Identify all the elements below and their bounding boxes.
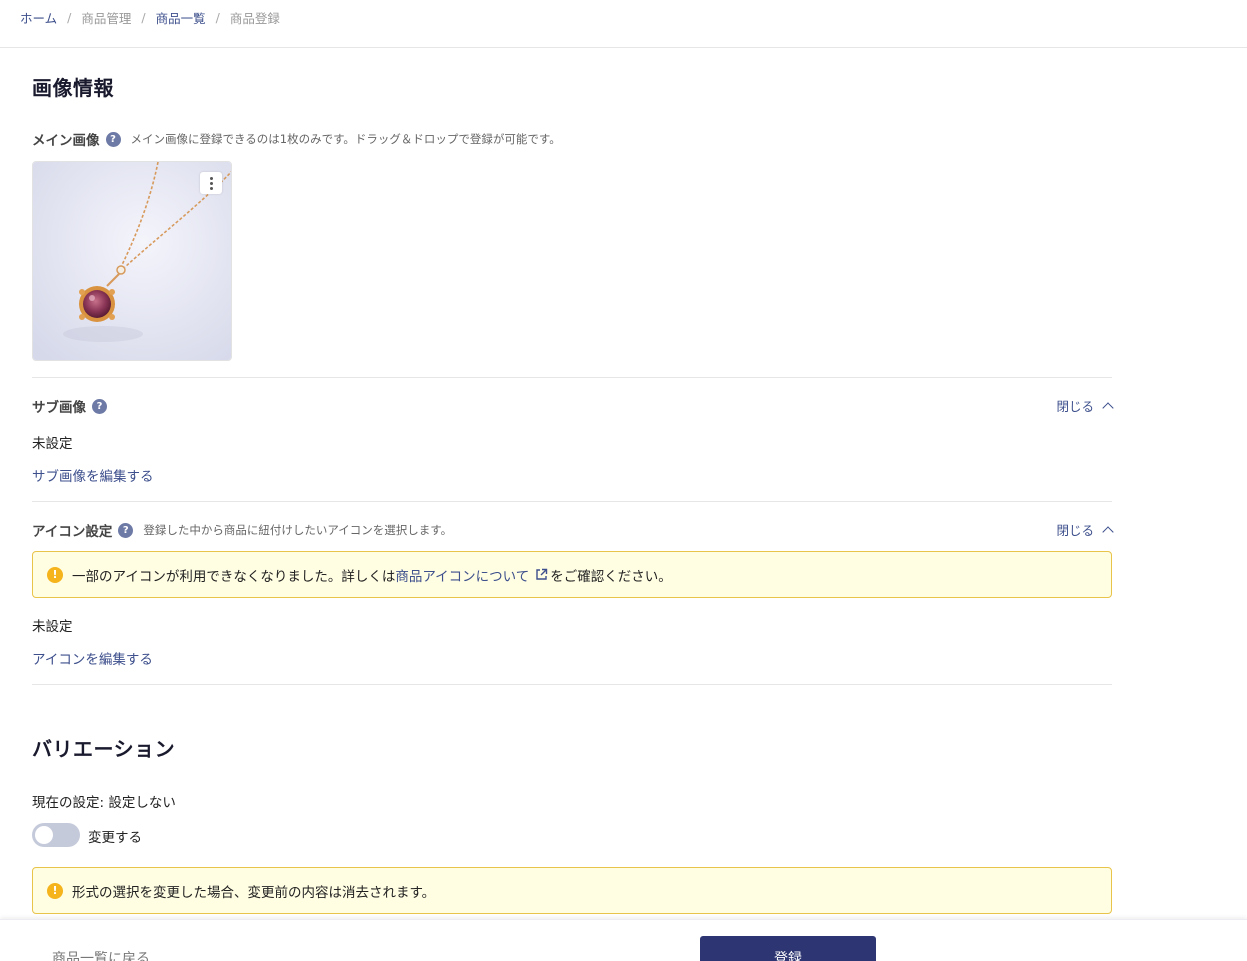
breadcrumb-separator: / bbox=[215, 10, 220, 25]
edit-icon-link[interactable]: アイコンを編集する bbox=[32, 648, 153, 668]
icon-setting-label-row: アイコン設定 ? 登録した中から商品に紐付けしたいアイコンを選択します。 bbox=[32, 520, 452, 540]
warning-icon: ! bbox=[47, 566, 63, 583]
breadcrumb-product-list[interactable]: 商品一覧 bbox=[156, 8, 206, 27]
main-image-label-row: メイン画像 ? メイン画像に登録できるのは1枚のみです。ドラッグ＆ドロップで登録… bbox=[32, 129, 561, 149]
breadcrumb: ホーム / 商品管理 / 商品一覧 / 商品登録 bbox=[20, 8, 280, 27]
sub-image-label: サブ画像 bbox=[32, 400, 86, 416]
help-icon[interactable]: ? bbox=[105, 131, 121, 147]
product-icon-info-link[interactable]: 商品アイコンについて bbox=[395, 565, 529, 585]
sub-image-value: 未設定 bbox=[32, 436, 73, 452]
edit-sub-image-link[interactable]: サブ画像を編集する bbox=[32, 465, 154, 485]
breadcrumb-home[interactable]: ホーム bbox=[20, 8, 57, 27]
icon-setting-description: 登録した中から商品に紐付けしたいアイコンを選択します。 bbox=[143, 523, 453, 537]
external-link-icon bbox=[536, 568, 548, 580]
help-icon[interactable]: ? bbox=[92, 398, 107, 414]
notice-text-prefix: 一部のアイコンが利用できなくなりました。詳しくは bbox=[72, 568, 396, 585]
help-icon[interactable]: ? bbox=[118, 522, 134, 538]
icon-setting-value: 未設定 bbox=[32, 619, 73, 635]
breadcrumb-product-management: 商品管理 bbox=[81, 11, 132, 26]
header-divider bbox=[0, 47, 1247, 48]
sub-image-label-row: サブ画像 ? bbox=[32, 396, 107, 416]
chevron-up-icon bbox=[1102, 401, 1114, 414]
image-section-title: 画像情報 bbox=[32, 76, 114, 100]
sub-image-collapse-button[interactable]: 閉じる bbox=[1056, 396, 1114, 415]
variation-section-title: バリエーション bbox=[32, 737, 176, 761]
main-image-description: メイン画像に登録できるのは1枚のみです。ドラッグ＆ドロップで登録が可能です。 bbox=[130, 132, 561, 146]
collapse-label: 閉じる bbox=[1056, 399, 1094, 414]
variation-change-toggle[interactable] bbox=[32, 823, 80, 847]
chevron-up-icon bbox=[1102, 525, 1114, 538]
variation-notice-text: 形式の選択を変更した場合、変更前の内容は消去されます。 bbox=[72, 884, 436, 901]
main-image-label: メイン画像 bbox=[32, 133, 100, 149]
icon-setting-collapse-button[interactable]: 閉じる bbox=[1056, 520, 1114, 539]
breadcrumb-separator: / bbox=[141, 10, 146, 25]
icon-setting-label: アイコン設定 bbox=[32, 524, 113, 540]
action-footer: 商品一覧に戻る 登録 bbox=[0, 919, 1247, 961]
main-image-thumbnail[interactable] bbox=[32, 161, 232, 361]
notice-text-suffix: をご確認ください。 bbox=[550, 568, 672, 585]
divider bbox=[32, 377, 1112, 378]
toggle-knob bbox=[35, 826, 53, 844]
divider bbox=[32, 684, 1112, 685]
breadcrumb-separator: / bbox=[67, 10, 72, 25]
variation-current-setting: 現在の設定: 設定しない bbox=[32, 795, 176, 811]
register-button[interactable]: 登録 bbox=[700, 936, 876, 961]
more-options-icon[interactable] bbox=[200, 172, 222, 194]
divider bbox=[32, 501, 1112, 502]
variation-change-label: 変更する bbox=[88, 830, 142, 846]
warning-icon: ! bbox=[47, 882, 63, 899]
breadcrumb-current: 商品登録 bbox=[229, 11, 280, 26]
variation-warning-notice: ! 形式の選択を変更した場合、変更前の内容は消去されます。 bbox=[32, 867, 1112, 914]
back-to-list-button[interactable]: 商品一覧に戻る bbox=[52, 948, 150, 961]
collapse-label: 閉じる bbox=[1056, 523, 1094, 538]
icon-warning-notice: ! 一部のアイコンが利用できなくなりました。詳しくは 商品アイコンについて をご… bbox=[32, 551, 1112, 598]
